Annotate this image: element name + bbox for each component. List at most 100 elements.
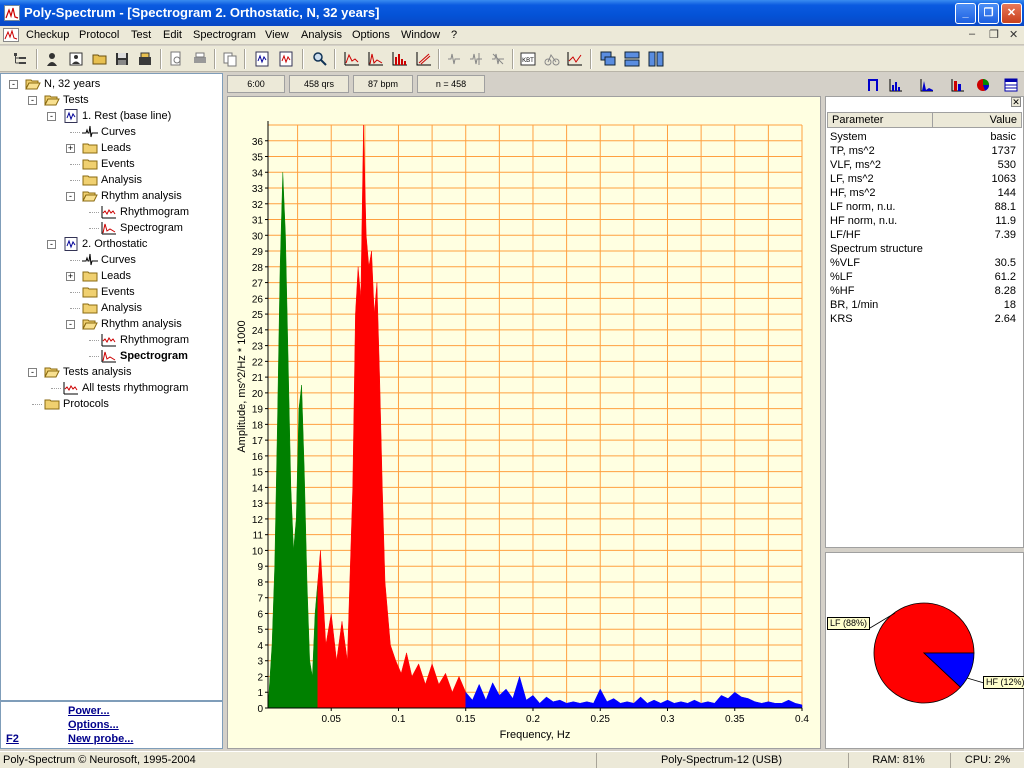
- y-tick-label: 22: [252, 357, 264, 368]
- parameter-row[interactable]: Spectrum structure: [830, 242, 1020, 256]
- tree-item[interactable]: Rhythmogram: [101, 332, 189, 348]
- tree-expander[interactable]: -: [47, 240, 56, 249]
- tree-expander[interactable]: -: [28, 368, 37, 377]
- menu-window[interactable]: Window: [401, 29, 440, 41]
- menu-view[interactable]: View: [265, 29, 289, 41]
- patient-icon[interactable]: [42, 49, 62, 69]
- archive-icon[interactable]: [135, 49, 155, 69]
- minimize-button[interactable]: _: [955, 3, 976, 24]
- close-button[interactable]: ✕: [1001, 3, 1022, 24]
- tree-item[interactable]: Tests: [44, 92, 89, 108]
- tree-toggle-icon[interactable]: [10, 49, 30, 69]
- tree-item[interactable]: Leads: [82, 140, 131, 156]
- tree-item[interactable]: Leads: [82, 268, 131, 284]
- menu-analysis[interactable]: Analysis: [301, 29, 342, 41]
- tree-item[interactable]: Curves: [82, 124, 136, 140]
- parameter-row[interactable]: KRS 2.64: [830, 312, 1020, 326]
- parameter-row[interactable]: HF norm, n.u. 11.9: [830, 214, 1020, 228]
- menu-options[interactable]: Options: [352, 29, 390, 41]
- test-report-icon[interactable]: [252, 49, 272, 69]
- save-icon[interactable]: [112, 49, 132, 69]
- kbt-icon[interactable]: KBT: [518, 49, 538, 69]
- parameter-row[interactable]: LF/HF 7.39: [830, 228, 1020, 242]
- tree-item[interactable]: Rhythmogram: [101, 204, 189, 220]
- tree-expander[interactable]: -: [66, 192, 75, 201]
- spectrum-view-icon[interactable]: [918, 76, 936, 94]
- test-report-2-icon[interactable]: [276, 49, 296, 69]
- menu-test[interactable]: Test: [131, 29, 151, 41]
- menu-checkup[interactable]: Checkup: [26, 29, 69, 41]
- tree-item[interactable]: Events: [82, 284, 135, 300]
- tree-item[interactable]: 2. Orthostatic: [63, 236, 147, 252]
- tree-expander[interactable]: -: [28, 96, 37, 105]
- parameter-row[interactable]: LF, ms^2 1063: [830, 172, 1020, 186]
- spectrogram-chart[interactable]: 0123456789101112131415161718192021222324…: [228, 97, 820, 748]
- tree-item[interactable]: Analysis: [82, 300, 142, 316]
- tree-item[interactable]: 1. Rest (base line): [63, 108, 171, 124]
- tree-item[interactable]: Spectrogram: [101, 348, 188, 364]
- options-link[interactable]: Options...: [68, 719, 119, 731]
- parameter-row[interactable]: LF norm, n.u. 88.1: [830, 200, 1020, 214]
- new-probe-link[interactable]: New probe...: [68, 733, 133, 745]
- menu-protocol[interactable]: Protocol: [79, 29, 119, 41]
- tree-item[interactable]: Events: [82, 156, 135, 172]
- cycle-icon[interactable]: [542, 49, 562, 69]
- tree-expander[interactable]: +: [66, 272, 75, 281]
- close-panel-icon[interactable]: ✕: [1011, 97, 1021, 107]
- tree-expander[interactable]: +: [66, 144, 75, 153]
- menu-help[interactable]: ?: [451, 29, 457, 41]
- document-icon[interactable]: [3, 28, 19, 42]
- tree-item[interactable]: Protocols: [44, 396, 109, 412]
- pie-view-icon[interactable]: [974, 76, 992, 94]
- parameter-row[interactable]: %VLF 30.5: [830, 256, 1020, 270]
- curve-icon[interactable]: [342, 49, 362, 69]
- parameter-row[interactable]: System basic: [830, 130, 1020, 144]
- maximize-button[interactable]: ❐: [978, 3, 999, 24]
- cascade-windows-icon[interactable]: [598, 49, 618, 69]
- print-icon[interactable]: [190, 49, 210, 69]
- tree-item[interactable]: Spectrogram: [101, 220, 183, 236]
- tree-item[interactable]: Rhythm analysis: [82, 316, 182, 332]
- parameter-column-header[interactable]: Parameter: [827, 112, 933, 128]
- tree-expander[interactable]: -: [47, 112, 56, 121]
- tree-expander[interactable]: -: [66, 320, 75, 329]
- scatter-icon[interactable]: [414, 49, 434, 69]
- power-link[interactable]: Power...: [68, 705, 110, 717]
- copy-icon[interactable]: [220, 49, 240, 69]
- tree-item[interactable]: Tests analysis: [44, 364, 131, 380]
- bar-view-icon[interactable]: [949, 76, 967, 94]
- marker-2-icon[interactable]: [466, 49, 486, 69]
- tile-horizontal-icon[interactable]: [622, 49, 642, 69]
- tree-item[interactable]: All tests rhythmogram: [63, 380, 188, 396]
- table-view-icon[interactable]: [1002, 76, 1020, 94]
- mdi-close-button[interactable]: ✕: [1009, 28, 1018, 41]
- trend-icon[interactable]: [565, 49, 585, 69]
- histogram-icon[interactable]: [390, 49, 410, 69]
- menu-edit[interactable]: Edit: [163, 29, 182, 41]
- parameter-row[interactable]: BR, 1/min 18: [830, 298, 1020, 312]
- tree-item[interactable]: N, 32 years: [25, 76, 100, 92]
- tree-expander[interactable]: -: [9, 80, 18, 89]
- parameter-row[interactable]: %LF 61.2: [830, 270, 1020, 284]
- rhythm-histogram-icon[interactable]: [887, 76, 905, 94]
- zoom-icon[interactable]: [310, 49, 330, 69]
- parameter-row[interactable]: HF, ms^2 144: [830, 186, 1020, 200]
- parameter-row[interactable]: VLF, ms^2 530: [830, 158, 1020, 172]
- tree-item[interactable]: Analysis: [82, 172, 142, 188]
- marker-3-icon[interactable]: [488, 49, 508, 69]
- print-preview-icon[interactable]: [166, 49, 186, 69]
- filter-icon[interactable]: [864, 76, 882, 94]
- marker-1-icon[interactable]: [444, 49, 464, 69]
- open-folder-icon[interactable]: [90, 49, 110, 69]
- parameter-row[interactable]: TP, ms^2 1737: [830, 144, 1020, 158]
- parameter-row[interactable]: %HF 8.28: [830, 284, 1020, 298]
- tile-vertical-icon[interactable]: [646, 49, 666, 69]
- mdi-restore-button[interactable]: ❐: [989, 28, 999, 41]
- value-column-header[interactable]: Value: [932, 112, 1022, 128]
- tree-item[interactable]: Rhythm analysis: [82, 188, 182, 204]
- menu-spectrogram[interactable]: Spectrogram: [193, 29, 256, 41]
- tree-item[interactable]: Curves: [82, 252, 136, 268]
- new-patient-icon[interactable]: [66, 49, 86, 69]
- spectrum-curve-icon[interactable]: [366, 49, 386, 69]
- mdi-minimize-button[interactable]: –: [969, 28, 975, 40]
